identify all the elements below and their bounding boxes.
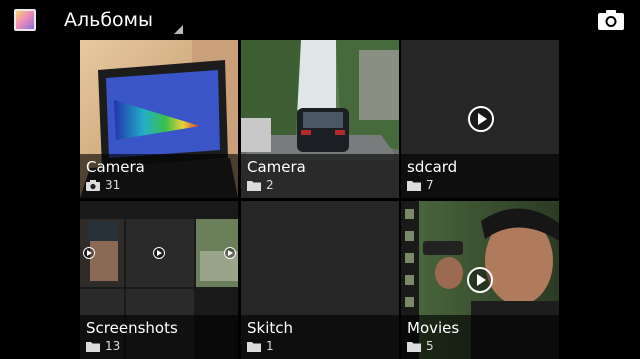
play-icon xyxy=(467,267,493,293)
folder-icon xyxy=(247,341,261,352)
camera-icon[interactable] xyxy=(597,9,625,31)
album-count: 1 xyxy=(266,339,274,353)
folder-icon xyxy=(407,180,421,191)
page-title: Альбомы xyxy=(64,9,154,31)
album-count: 5 xyxy=(426,339,434,353)
gallery-icon[interactable] xyxy=(14,9,36,31)
album-label: sdcard 7 xyxy=(401,154,559,198)
play-icon xyxy=(83,247,95,259)
album-name: Movies xyxy=(407,319,460,337)
album-name: Screenshots xyxy=(86,319,178,337)
album-count: 31 xyxy=(105,178,121,192)
album-tile[interactable]: Camera 31 xyxy=(80,40,238,198)
album-count: 2 xyxy=(266,178,274,192)
play-icon xyxy=(468,106,494,132)
album-spinner[interactable]: Альбомы xyxy=(60,0,185,40)
album-label: Skitch 1 xyxy=(241,315,399,359)
album-name: Camera xyxy=(247,158,306,176)
folder-icon xyxy=(86,341,100,352)
album-name: Camera xyxy=(86,158,145,176)
album-name: Skitch xyxy=(247,319,294,337)
album-tile[interactable]: Movies 5 xyxy=(401,201,559,359)
album-tile[interactable]: sdcard 7 xyxy=(401,40,559,198)
album-label: Camera 31 xyxy=(80,154,238,198)
album-label: Camera 2 xyxy=(241,154,399,198)
play-icon xyxy=(224,247,236,259)
folder-icon xyxy=(407,341,421,352)
play-icon xyxy=(153,247,165,259)
album-name: sdcard xyxy=(407,158,458,176)
album-count: 7 xyxy=(426,178,434,192)
spinner-arrow-icon xyxy=(174,25,183,34)
album-tile[interactable]: Skitch 1 xyxy=(241,201,399,359)
action-bar: Альбомы xyxy=(0,0,640,40)
album-label: Screenshots 13 xyxy=(80,315,238,359)
album-count: 13 xyxy=(105,339,121,353)
album-label: Movies 5 xyxy=(401,315,559,359)
camera-icon xyxy=(86,179,100,191)
album-tile[interactable]: Camera 2 xyxy=(241,40,399,198)
folder-icon xyxy=(247,180,261,191)
album-tile[interactable]: Screenshots 13 xyxy=(80,201,238,359)
